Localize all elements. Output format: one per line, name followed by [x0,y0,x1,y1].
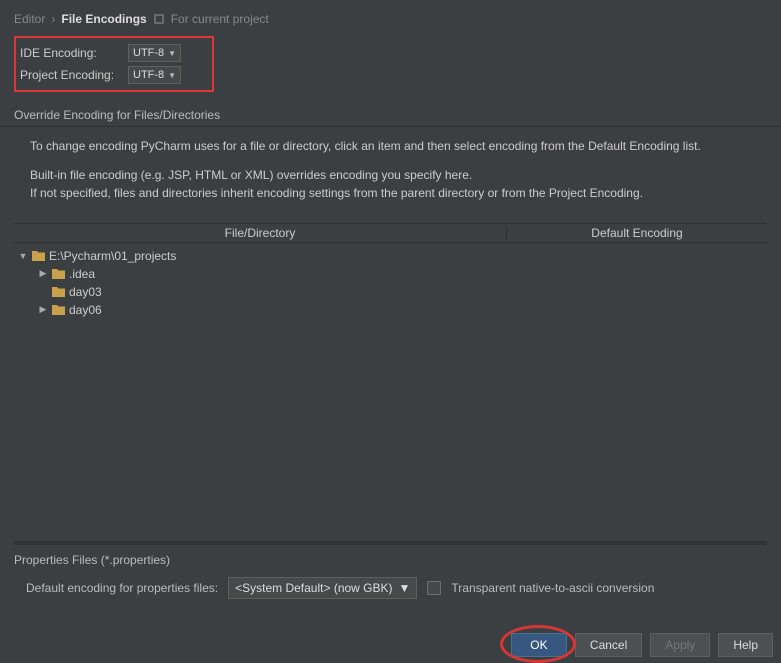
override-para2b: If not specified, files and directories … [30,186,643,200]
properties-title: Properties Files (*.properties) [14,553,767,567]
table-header: File/Directory Default Encoding [14,223,767,243]
breadcrumb-scope: For current project [171,12,269,26]
tree-root-row[interactable]: ▼ E:\Pycharm\01_projects [14,247,767,265]
override-title: Override Encoding for Files/Directories [0,102,781,127]
project-encoding-value: UTF-8 [133,69,164,81]
override-info: To change encoding PyCharm uses for a fi… [0,127,781,223]
properties-encoding-combo[interactable]: <System Default> (now GBK) ▼ [228,577,417,599]
folder-icon [52,286,65,297]
folder-icon [52,268,65,279]
tree-row[interactable]: ▶ day06 [14,301,767,319]
chevron-down-icon: ▼ [399,581,411,595]
cancel-button[interactable]: Cancel [575,633,642,657]
tree-item-label: day03 [69,285,102,299]
breadcrumb-parent[interactable]: Editor [14,12,45,26]
tree-item-label: day06 [69,303,102,317]
file-tree[interactable]: ▼ E:\Pycharm\01_projects ▶ .idea day03 ▶… [14,247,767,533]
col-enc-header[interactable]: Default Encoding [507,226,767,240]
tree-row[interactable]: ▶ .idea [14,265,767,283]
tree-item-label: .idea [69,267,95,281]
folder-icon [32,250,45,261]
encoding-highlight: IDE Encoding: UTF-8 ▼ Project Encoding: … [14,36,214,92]
ok-button[interactable]: OK [511,633,567,657]
ide-encoding-value: UTF-8 [133,47,164,59]
help-button[interactable]: Help [718,633,773,657]
expand-icon[interactable]: ▶ [38,269,48,279]
tree-root-label: E:\Pycharm\01_projects [49,249,176,263]
breadcrumb-sep: › [51,12,55,26]
override-para1: To change encoding PyCharm uses for a fi… [30,137,767,156]
tree-row[interactable]: day03 [14,283,767,301]
ide-encoding-label: IDE Encoding: [20,46,122,60]
col-file-header[interactable]: File/Directory [14,226,507,240]
properties-section: Properties Files (*.properties) Default … [0,545,781,599]
button-bar: OK Cancel Apply Help [511,633,773,657]
chevron-down-icon: ▼ [168,71,176,80]
expand-icon[interactable]: ▶ [38,305,48,315]
folder-icon [52,304,65,315]
properties-label: Default encoding for properties files: [26,581,218,595]
properties-encoding-value: <System Default> (now GBK) [235,581,392,595]
transparent-conversion-checkbox[interactable] [427,581,441,595]
chevron-down-icon: ▼ [168,49,176,58]
ide-encoding-combo[interactable]: UTF-8 ▼ [128,44,181,62]
transparent-conversion-label: Transparent native-to-ascii conversion [451,581,654,595]
apply-button: Apply [650,633,710,657]
breadcrumb: Editor › File Encodings For current proj… [0,0,781,34]
expand-icon[interactable]: ▼ [18,251,28,261]
project-encoding-combo[interactable]: UTF-8 ▼ [128,66,181,84]
project-encoding-label: Project Encoding: [20,68,122,82]
spacer [38,287,48,297]
override-para2a: Built-in file encoding (e.g. JSP, HTML o… [30,168,472,182]
breadcrumb-current: File Encodings [61,12,146,26]
project-scope-icon [153,13,165,25]
